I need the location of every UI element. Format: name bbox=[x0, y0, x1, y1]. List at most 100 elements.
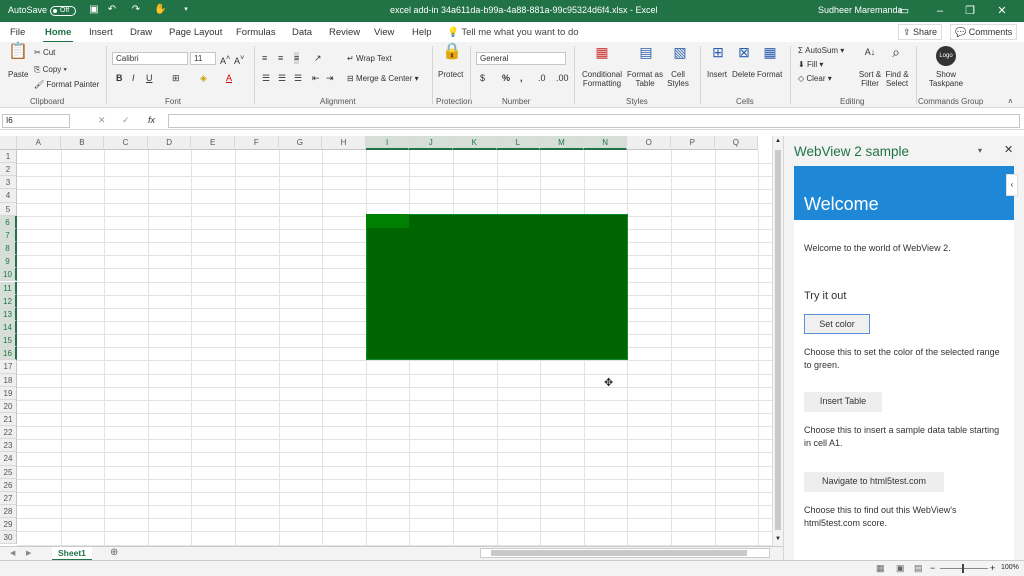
minimize-icon[interactable]: – bbox=[932, 3, 948, 19]
row-header-17[interactable]: 17 bbox=[0, 360, 17, 374]
paste-icon[interactable]: 📋 bbox=[8, 44, 28, 66]
cancel-entry-icon[interactable]: ✕ bbox=[98, 114, 106, 126]
font-size-select[interactable]: 11 bbox=[190, 52, 216, 65]
column-header-g[interactable]: G bbox=[278, 136, 323, 150]
decrease-decimal-icon[interactable]: .00 bbox=[556, 72, 569, 84]
zoom-in-icon[interactable]: + bbox=[990, 563, 995, 573]
row-header-4[interactable]: 4 bbox=[0, 189, 17, 203]
align-top-icon[interactable]: ≡ bbox=[262, 52, 267, 64]
clear-button[interactable]: ◇ Clear ▾ bbox=[798, 74, 832, 83]
set-color-button[interactable]: Set color bbox=[804, 314, 870, 334]
row-header-21[interactable]: 21 bbox=[0, 413, 17, 427]
insert-cells-icon[interactable]: ⊞ bbox=[708, 45, 728, 59]
row-header-18[interactable]: 18 bbox=[0, 373, 17, 387]
accounting-icon[interactable]: $ bbox=[480, 72, 485, 84]
row-header-9[interactable]: 9 bbox=[0, 255, 17, 269]
vertical-scroll-thumb[interactable] bbox=[775, 150, 781, 530]
row-header-16[interactable]: 16 bbox=[0, 347, 17, 361]
bold-icon[interactable]: B bbox=[116, 72, 123, 84]
zoom-slider-thumb[interactable] bbox=[962, 564, 964, 573]
underline-icon[interactable]: U bbox=[146, 72, 153, 84]
row-header-25[interactable]: 25 bbox=[0, 465, 17, 479]
row-header-3[interactable]: 3 bbox=[0, 176, 17, 190]
row-header-22[interactable]: 22 bbox=[0, 426, 17, 440]
format-as-table-icon[interactable]: ▤ bbox=[636, 45, 656, 59]
increase-indent-icon[interactable]: ⇥ bbox=[326, 72, 334, 84]
selected-range-green[interactable] bbox=[366, 214, 628, 360]
column-header-m[interactable]: M bbox=[540, 136, 584, 150]
customize-qat-icon[interactable]: ▾ bbox=[180, 4, 192, 16]
zoom-out-icon[interactable]: − bbox=[930, 563, 935, 573]
confirm-entry-icon[interactable]: ✓ bbox=[122, 114, 130, 126]
show-taskpane-button[interactable]: Show Taskpane bbox=[928, 70, 964, 88]
horizontal-scroll-thumb[interactable] bbox=[491, 550, 747, 556]
column-header-q[interactable]: Q bbox=[714, 136, 759, 150]
cell-styles-button[interactable]: Cell Styles bbox=[664, 70, 692, 88]
percent-icon[interactable]: % bbox=[502, 72, 510, 84]
row-header-14[interactable]: 14 bbox=[0, 320, 17, 335]
increase-decimal-icon[interactable]: .0 bbox=[538, 72, 546, 84]
new-sheet-icon[interactable]: ⊕ bbox=[110, 547, 118, 558]
tab-insert[interactable]: Insert bbox=[89, 27, 113, 38]
row-header-1[interactable]: 1 bbox=[0, 150, 17, 164]
collapse-pane-icon[interactable]: ‹ bbox=[1006, 174, 1018, 196]
column-header-b[interactable]: B bbox=[60, 136, 105, 150]
number-format-select[interactable]: General bbox=[476, 52, 566, 65]
column-header-d[interactable]: D bbox=[147, 136, 192, 150]
ribbon-display-icon[interactable]: ▭ bbox=[896, 3, 912, 19]
align-center-icon[interactable]: ☰ bbox=[278, 72, 286, 84]
next-sheet-icon[interactable]: ▶ bbox=[26, 549, 31, 557]
name-box[interactable]: I6 bbox=[2, 114, 70, 128]
autosum-button[interactable]: Σ AutoSum ▾ bbox=[798, 46, 844, 55]
vertical-scrollbar[interactable]: ▲ ▼ bbox=[772, 136, 783, 546]
normal-view-icon[interactable]: ▦ bbox=[876, 563, 885, 574]
insert-function-icon[interactable]: fx bbox=[148, 114, 155, 126]
share-button[interactable]: ⇪ Share bbox=[898, 24, 943, 40]
redo-icon[interactable]: ↷ bbox=[130, 4, 142, 16]
undo-icon[interactable]: ↶ bbox=[106, 4, 118, 16]
orientation-icon[interactable]: ↗ bbox=[314, 52, 322, 64]
fill-button[interactable]: ⬇ Fill ▾ bbox=[798, 60, 823, 69]
increase-font-icon[interactable]: A˄ bbox=[220, 52, 230, 67]
insert-cells-button[interactable]: Insert bbox=[707, 70, 727, 79]
copy-button[interactable]: ⎘ Copy ▾ bbox=[34, 65, 67, 75]
tell-me-search[interactable]: 💡 Tell me what you want to do bbox=[447, 27, 579, 38]
save-icon[interactable]: ▣ bbox=[88, 4, 100, 16]
collapse-ribbon-icon[interactable]: ˄ bbox=[1008, 96, 1013, 108]
format-cells-button[interactable]: Format bbox=[757, 70, 782, 79]
navigate-button[interactable]: Navigate to html5test.com bbox=[804, 472, 944, 492]
tab-page-layout[interactable]: Page Layout bbox=[169, 27, 222, 38]
zoom-slider[interactable] bbox=[940, 568, 988, 569]
zoom-level[interactable]: 100% bbox=[1001, 564, 1019, 571]
column-header-j[interactable]: J bbox=[409, 136, 453, 150]
tab-data[interactable]: Data bbox=[292, 27, 312, 38]
column-header-l[interactable]: L bbox=[496, 136, 541, 150]
delete-cells-icon[interactable]: ⊠ bbox=[734, 45, 754, 59]
cell-styles-icon[interactable]: ▧ bbox=[670, 45, 690, 59]
scroll-down-icon[interactable]: ▼ bbox=[775, 536, 781, 542]
touch-mode-icon[interactable]: ✋ bbox=[154, 4, 166, 16]
row-header-2[interactable]: 2 bbox=[0, 163, 17, 177]
protect-icon[interactable]: 🔒 bbox=[442, 44, 462, 60]
borders-icon[interactable]: ⊞ bbox=[172, 72, 180, 84]
page-layout-view-icon[interactable]: ▣ bbox=[896, 563, 905, 574]
tab-help[interactable]: Help bbox=[412, 27, 432, 38]
row-header-6[interactable]: 6 bbox=[0, 215, 17, 229]
tab-formulas[interactable]: Formulas bbox=[236, 27, 276, 38]
font-name-select[interactable]: Calibri bbox=[112, 52, 188, 65]
prev-sheet-icon[interactable]: ◀ bbox=[10, 549, 15, 557]
find-select-button[interactable]: Find & Select bbox=[882, 70, 912, 88]
row-header-20[interactable]: 20 bbox=[0, 399, 17, 413]
tab-home[interactable]: Home bbox=[42, 27, 74, 43]
tab-review[interactable]: Review bbox=[329, 27, 360, 38]
conditional-formatting-icon[interactable]: ▦ bbox=[592, 45, 612, 59]
column-header-p[interactable]: P bbox=[671, 136, 715, 150]
column-header-k[interactable]: K bbox=[453, 136, 497, 150]
row-header-19[interactable]: 19 bbox=[0, 386, 17, 400]
comma-icon[interactable]: , bbox=[520, 72, 523, 84]
row-header-12[interactable]: 12 bbox=[0, 294, 17, 308]
restore-icon[interactable]: ❐ bbox=[962, 3, 978, 19]
row-header-15[interactable]: 15 bbox=[0, 334, 17, 348]
tab-draw[interactable]: Draw bbox=[130, 27, 152, 38]
delete-cells-button[interactable]: Delete bbox=[732, 70, 755, 79]
